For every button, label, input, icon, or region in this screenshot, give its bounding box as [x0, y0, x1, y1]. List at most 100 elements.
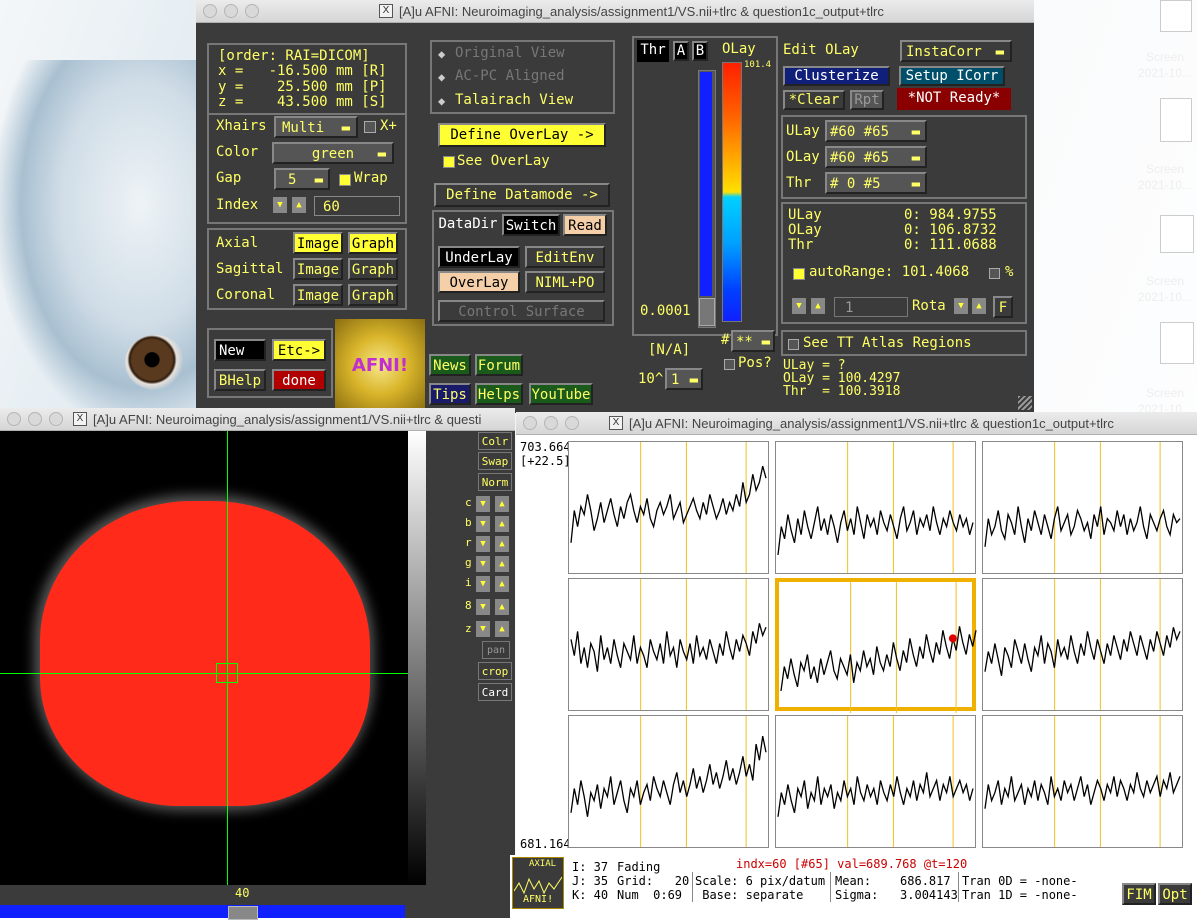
- rpt-button[interactable]: Rpt: [850, 90, 884, 110]
- b-up-arrow-icon[interactable]: ▲: [495, 516, 509, 532]
- c-down-arrow-icon[interactable]: ▼: [476, 496, 490, 512]
- graph-window-titlebar[interactable]: X [A]u AFNI: Neuroimaging_analysis/assig…: [516, 412, 1197, 435]
- close-window-button[interactable]: [523, 416, 537, 430]
- graph-cell[interactable]: [982, 441, 1183, 574]
- new-button[interactable]: New: [214, 339, 266, 361]
- news-link[interactable]: News: [429, 354, 471, 376]
- fim-button[interactable]: FIM: [1122, 883, 1156, 905]
- clusterize-button[interactable]: Clusterize: [783, 66, 890, 86]
- rota-left-arrow-icon[interactable]: ▼: [954, 298, 968, 314]
- desktop-file-icon[interactable]: [1160, 98, 1192, 142]
- z-up-arrow-icon[interactable]: ▲: [495, 621, 509, 637]
- graph-cell[interactable]: [775, 441, 976, 574]
- graph-cell[interactable]: [982, 578, 1183, 711]
- main-window-titlebar[interactable]: X [A]u AFNI: Neuroimaging_analysis/assig…: [196, 0, 1034, 23]
- r-down-arrow-icon[interactable]: ▼: [476, 536, 490, 552]
- graph-thumbnail[interactable]: AXIAL AFNI!: [512, 857, 564, 909]
- i-up-arrow-icon[interactable]: ▲: [495, 576, 509, 592]
- define-datamode-button[interactable]: Define Datamode ->: [434, 183, 610, 207]
- card-button[interactable]: Card: [478, 683, 512, 701]
- rota-up-arrow-icon[interactable]: ▲: [811, 298, 825, 314]
- bhelp-button[interactable]: BHelp: [214, 369, 266, 391]
- close-window-button[interactable]: [7, 412, 21, 426]
- youtube-link[interactable]: YouTube: [529, 383, 593, 405]
- editenv-button[interactable]: EditEnv: [525, 246, 605, 268]
- ulay-select-dropdown[interactable]: #60 #65 ▬: [825, 120, 927, 142]
- minimize-window-button[interactable]: [224, 4, 238, 18]
- graph-cell[interactable]: [775, 715, 976, 848]
- graph-cell[interactable]: [982, 715, 1183, 848]
- 8-down-arrow-icon[interactable]: ▼: [476, 599, 490, 615]
- graph-cell[interactable]: [568, 578, 769, 711]
- original-view-radio[interactable]: Original View: [455, 45, 565, 61]
- read-button[interactable]: Read: [563, 214, 607, 236]
- pan-button[interactable]: pan: [482, 641, 510, 659]
- see-overlay-checkbox[interactable]: [443, 156, 455, 168]
- a-button[interactable]: A: [673, 41, 689, 61]
- desktop-file-icon[interactable]: [1160, 322, 1194, 364]
- xplus-checkbox[interactable]: [364, 121, 376, 133]
- slice-slider-track[interactable]: [0, 905, 405, 918]
- tips-link[interactable]: Tips: [429, 383, 471, 405]
- minimize-window-button[interactable]: [28, 412, 42, 426]
- coord-order[interactable]: [order: RAI=DICOM]: [218, 48, 370, 64]
- image-window-titlebar[interactable]: X [A]u AFNI: Neuroimaging_analysis/assig…: [0, 408, 515, 431]
- pow-dropdown[interactable]: 1 ▬: [665, 368, 703, 390]
- afni-logo[interactable]: AFNI!: [335, 319, 425, 411]
- minimize-window-button[interactable]: [544, 416, 558, 430]
- control-surface-button[interactable]: Control Surface: [438, 300, 605, 322]
- color-dropdown[interactable]: green ▬: [272, 142, 394, 164]
- thr-select-dropdown[interactable]: # 0 #5 ▬: [825, 172, 927, 194]
- zoom-window-button[interactable]: [49, 412, 63, 426]
- graph-cell[interactable]: [568, 715, 769, 848]
- axial-graph-button[interactable]: Graph: [348, 232, 398, 254]
- colr-button[interactable]: Colr: [478, 432, 512, 450]
- xhairs-dropdown[interactable]: Multi ▬: [274, 116, 358, 138]
- desktop-file-icon[interactable]: [1160, 215, 1194, 253]
- rota-label[interactable]: Rota: [912, 298, 946, 314]
- resize-grip-icon[interactable]: [1018, 396, 1032, 410]
- switch-button[interactable]: Switch: [502, 214, 560, 236]
- zoom-window-button[interactable]: [565, 416, 579, 430]
- sagittal-graph-button[interactable]: Graph: [348, 258, 398, 280]
- olay-select-dropdown[interactable]: #60 #65 ▬: [825, 146, 927, 168]
- done-button[interactable]: done: [272, 369, 326, 391]
- index-up-arrow-icon[interactable]: ▲: [292, 197, 306, 213]
- gap-dropdown[interactable]: 5 ▬: [274, 168, 330, 190]
- setup-icorr-button[interactable]: Setup ICorr: [899, 66, 1005, 86]
- acpc-view-radio[interactable]: AC-PC Aligned: [455, 68, 565, 84]
- edit-olay-label[interactable]: Edit OLay: [783, 42, 859, 58]
- pos-checkbox[interactable]: [724, 359, 735, 370]
- z-down-arrow-icon[interactable]: ▼: [476, 621, 490, 637]
- etc-button[interactable]: Etc->: [272, 339, 326, 361]
- overlay-colorbar[interactable]: [722, 62, 742, 322]
- graph-cell-selected[interactable]: [775, 578, 977, 713]
- forum-link[interactable]: Forum: [475, 354, 523, 376]
- norm-button[interactable]: Norm: [478, 473, 512, 491]
- niml-po-button[interactable]: NIML+PO: [525, 271, 605, 293]
- define-overlay-button[interactable]: Define OverLay ->: [438, 123, 606, 147]
- index-input[interactable]: 60: [314, 196, 400, 216]
- talairach-view-radio[interactable]: Talairach View: [455, 92, 573, 108]
- b-down-arrow-icon[interactable]: ▼: [476, 516, 490, 532]
- threshold-slider-thumb[interactable]: [699, 298, 715, 326]
- instacorr-dropdown[interactable]: InstaCorr ▬: [900, 40, 1012, 62]
- r-up-arrow-icon[interactable]: ▲: [495, 536, 509, 552]
- axial-image-viewport[interactable]: [0, 431, 408, 885]
- opt-button[interactable]: Opt: [1158, 883, 1192, 905]
- desktop-file-icon[interactable]: [1160, 0, 1192, 32]
- crop-button[interactable]: crop: [478, 662, 512, 680]
- rota-right-arrow-icon[interactable]: ▲: [972, 298, 986, 314]
- percent-checkbox[interactable]: [989, 268, 1000, 279]
- helps-link[interactable]: Helps: [475, 383, 523, 405]
- coronal-image-button[interactable]: Image: [293, 284, 343, 306]
- swap-button[interactable]: Swap: [478, 452, 512, 470]
- axial-image-button[interactable]: Image: [293, 232, 343, 254]
- b-button[interactable]: B: [692, 41, 708, 61]
- rota-down-arrow-icon[interactable]: ▼: [792, 298, 806, 314]
- c-up-arrow-icon[interactable]: ▲: [495, 496, 509, 512]
- index-down-arrow-icon[interactable]: ▼: [273, 197, 287, 213]
- f-button[interactable]: F: [993, 296, 1013, 318]
- rota-input[interactable]: 1: [834, 297, 908, 317]
- 8-up-arrow-icon[interactable]: ▲: [495, 599, 509, 615]
